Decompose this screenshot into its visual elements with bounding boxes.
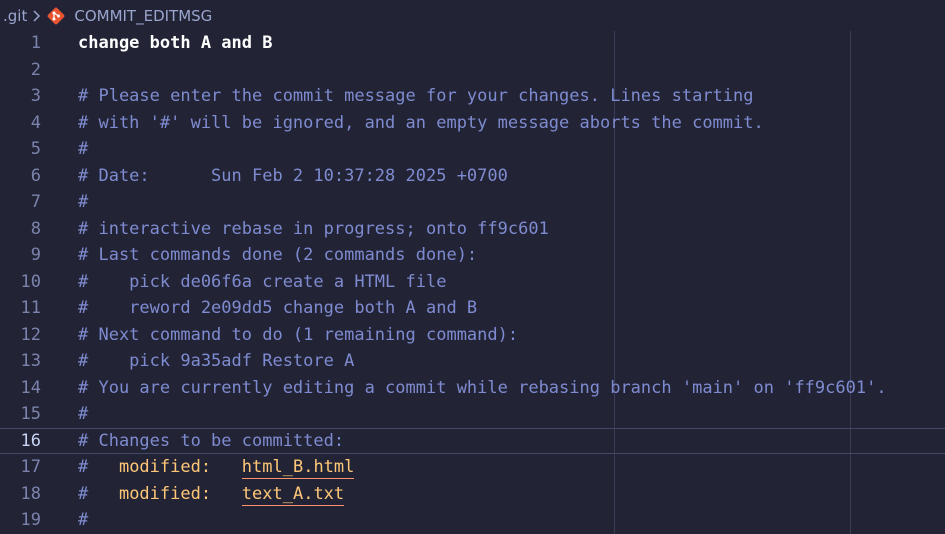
comment-text: # xyxy=(78,404,89,425)
chevron-right-icon xyxy=(32,9,41,23)
comment-text: # xyxy=(78,139,89,160)
comment-prefix: # xyxy=(78,483,119,504)
editor-line[interactable]: 13 # pick 9a35adf Restore A xyxy=(0,348,945,375)
comment-text: # Date: Sun Feb 2 10:37:28 2025 +0700 xyxy=(78,165,508,186)
line-number: 11 xyxy=(20,298,41,319)
breadcrumb-folder[interactable]: .git xyxy=(3,7,27,25)
editor-line[interactable]: 3 # Please enter the commit message for y… xyxy=(0,83,945,110)
line-number: 19 xyxy=(20,510,41,531)
line-number: 18 xyxy=(20,483,41,504)
line-number: 12 xyxy=(20,324,41,345)
editor-line[interactable]: 10 # pick de06f6a create a HTML file xyxy=(0,269,945,296)
comment-text: # Please enter the commit message for yo… xyxy=(78,86,754,107)
editor-line[interactable]: 2 xyxy=(0,57,945,84)
editor-line[interactable]: 5 # xyxy=(0,136,945,163)
line-number: 10 xyxy=(20,271,41,292)
line-number: 8 xyxy=(30,218,41,239)
comment-text: # Next command to do (1 remaining comman… xyxy=(78,324,519,345)
editor-line[interactable]: 8 # interactive rebase in progress; onto … xyxy=(0,216,945,243)
line-number: 14 xyxy=(20,377,41,398)
editor-line[interactable]: 9 # Last commands done (2 commands done): xyxy=(0,242,945,269)
editor-line[interactable]: 4 # with '#' will be ignored, and an empt… xyxy=(0,110,945,137)
comment-text: # pick de06f6a create a HTML file xyxy=(78,271,447,292)
comment-prefix: # xyxy=(78,457,119,478)
editor-line[interactable]: 1 change both A and B xyxy=(0,31,945,57)
comment-text: # You are currently editing a commit whi… xyxy=(78,377,887,398)
line-number: 2 xyxy=(30,59,41,80)
line-number: 1 xyxy=(30,33,41,54)
comment-text: # xyxy=(78,510,89,531)
changed-file-name: html_B.html xyxy=(241,457,355,480)
editor-line[interactable]: 17 # modified: html_B.html xyxy=(0,454,945,481)
line-text: # modified: html_B.html xyxy=(78,457,355,480)
editor-line[interactable]: 18 # modified: text_A.txt xyxy=(0,481,945,508)
editor-line[interactable]: 16 # Changes to be committed: xyxy=(0,427,945,454)
status-keyword: modified: xyxy=(118,483,212,504)
editor-line[interactable]: 7 # xyxy=(0,189,945,216)
line-number: 6 xyxy=(30,165,41,186)
editor-line[interactable]: 11 # reword 2e09dd5 change both A and B xyxy=(0,295,945,322)
editor-line[interactable]: 19 # xyxy=(0,507,945,534)
line-number: 15 xyxy=(20,404,41,425)
editor[interactable]: 1 change both A and B 2 3 # Please enter the… xyxy=(0,31,945,534)
line-number: 7 xyxy=(30,192,41,213)
changed-file-name: text_A.txt xyxy=(241,483,345,506)
status-keyword: modified: xyxy=(118,457,212,478)
git-icon xyxy=(46,6,66,26)
editor-line[interactable]: 6 # Date: Sun Feb 2 10:37:28 2025 +0700 xyxy=(0,163,945,190)
comment-text: # interactive rebase in progress; onto f… xyxy=(78,218,549,239)
comment-text: # with '#' will be ignored, and an empty… xyxy=(78,112,764,133)
breadcrumb-file[interactable]: COMMIT_EDITMSG xyxy=(74,7,212,25)
line-number: 5 xyxy=(30,139,41,160)
line-number: 4 xyxy=(30,112,41,133)
line-number: 16 xyxy=(20,430,41,451)
line-number: 9 xyxy=(30,245,41,266)
line-number: 17 xyxy=(20,457,41,478)
comment-text: # Last commands done (2 commands done): xyxy=(78,245,478,266)
commit-subject: change both A and B xyxy=(78,33,273,54)
comment-text: # Changes to be committed: xyxy=(78,430,345,451)
line-text: # modified: text_A.txt xyxy=(78,483,345,506)
comment-text: # xyxy=(78,192,89,213)
line-number: 13 xyxy=(20,351,41,372)
editor-line[interactable]: 15 # xyxy=(0,401,945,428)
comment-text: # reword 2e09dd5 change both A and B xyxy=(78,298,478,319)
line-number: 3 xyxy=(30,86,41,107)
editor-line[interactable]: 12 # Next command to do (1 remaining comm… xyxy=(0,322,945,349)
comment-text: # pick 9a35adf Restore A xyxy=(78,351,355,372)
breadcrumb: .git COMMIT_EDITMSG xyxy=(0,0,945,31)
editor-line[interactable]: 14 # You are currently editing a commit w… xyxy=(0,375,945,402)
